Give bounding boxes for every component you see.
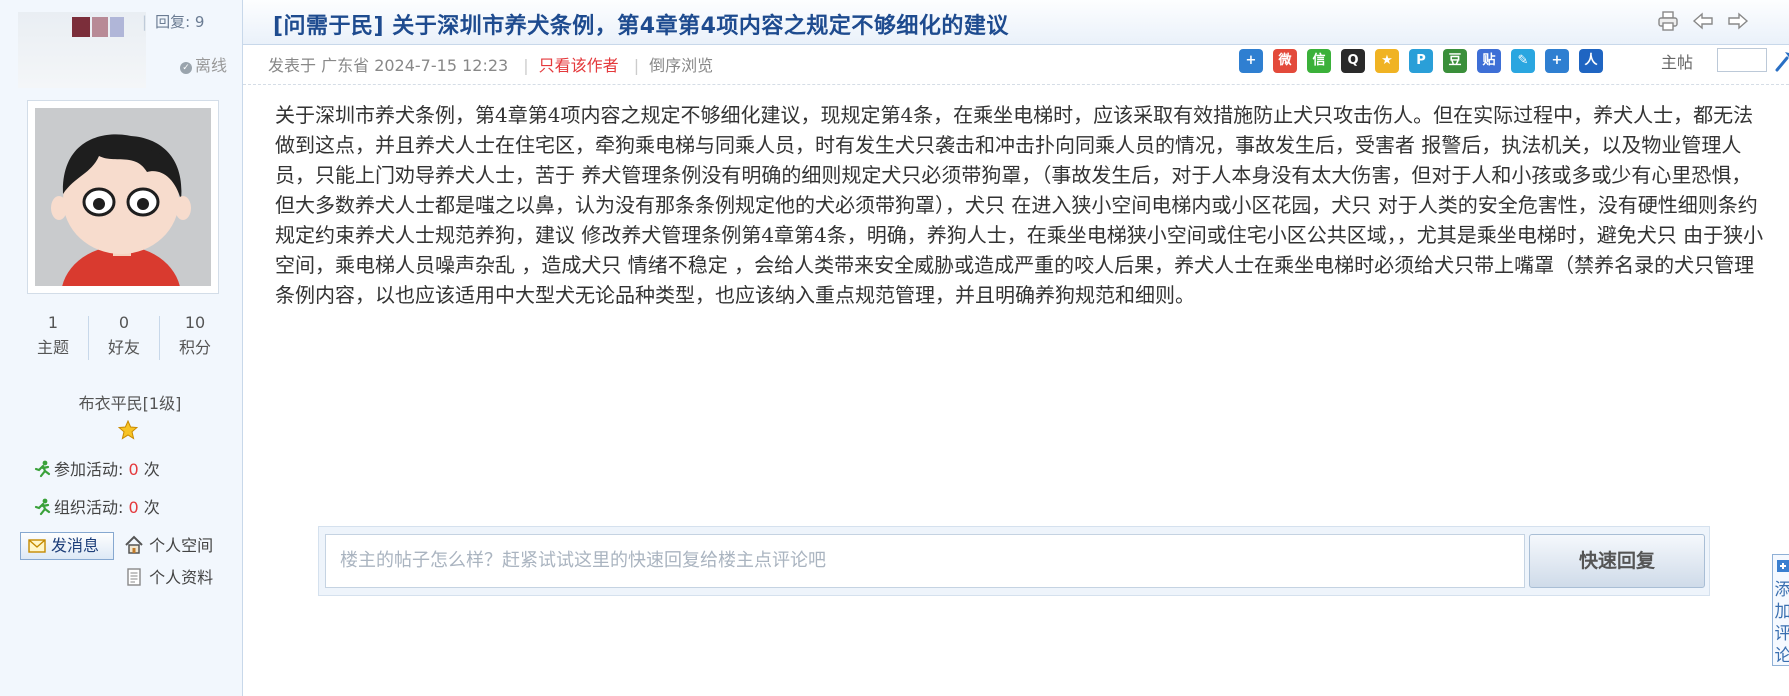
thread-title: [问需于民] 关于深圳市养犬条例，第4章第4项内容之规定不够细化的建议 (273, 8, 1009, 40)
thread-category-tag[interactable]: [问需于民] (273, 14, 384, 39)
activity-joined-label: 参加活动: (54, 460, 124, 479)
user-level[interactable]: 布衣平民[1级] (0, 390, 260, 414)
running-person-icon (34, 460, 51, 478)
print-icon[interactable] (1657, 11, 1679, 35)
qq-icon[interactable]: Q (1341, 49, 1365, 73)
floor-label: 主帖 (1661, 53, 1694, 72)
activity-organized-label: 组织活动: (54, 498, 124, 517)
stat-topics-value: 1 (47, 313, 59, 332)
running-person-icon (34, 498, 51, 516)
avatar-image (35, 108, 211, 286)
go-icon[interactable] (1773, 48, 1789, 76)
send-message-label: 发消息 (51, 536, 100, 555)
author-stats: 1 主题 0 好友 10 积分 (18, 312, 230, 364)
star-icon (117, 419, 139, 444)
activity-joined-unit: 次 (143, 460, 160, 479)
activity-organized-count: 0 (128, 498, 139, 517)
offline-icon: ✓ (180, 62, 192, 74)
personal-space-label: 个人空间 (149, 536, 214, 555)
reply-count-value: 9 (194, 13, 205, 31)
tencent-weibo-icon[interactable]: P (1409, 49, 1433, 73)
floor-jump-input[interactable] (1717, 48, 1767, 72)
document-icon (127, 568, 141, 586)
personal-profile-link[interactable]: 个人资料 (124, 564, 213, 588)
reply-count-label: 回复: (155, 13, 191, 31)
plus-share-icon[interactable]: + (1239, 49, 1263, 73)
renren-icon[interactable]: 人 (1579, 49, 1603, 73)
stat-friends-label: 好友 (107, 338, 140, 357)
quick-reply-input[interactable]: 楼主的帖子怎么样？赶紧试试这里的快速回复给楼主点评论吧 (325, 534, 1525, 588)
share-toolbar: + 微信 Q ★ P 豆贴 ✎ + 人 (1239, 49, 1613, 73)
stat-topics-label: 主题 (36, 338, 69, 357)
envelope-icon (28, 539, 46, 553)
author-name-blurred[interactable] (18, 12, 146, 88)
title-actions (1649, 11, 1749, 35)
next-thread-icon[interactable] (1727, 11, 1749, 35)
weibo-icon[interactable]: 微 (1273, 49, 1297, 73)
more-share-icon[interactable]: + (1545, 49, 1569, 73)
add-comment-tab[interactable]: 添加评论 (1772, 554, 1789, 666)
activity-joined-count: 0 (128, 460, 139, 479)
post-datetime: 2024-7-15 12:23 (374, 56, 509, 75)
quick-reply-box: 楼主的帖子怎么样？赶紧试试这里的快速回复给楼主点评论吧 快速回复 (318, 526, 1710, 596)
author-only-link[interactable]: 只看该作者 (539, 56, 619, 75)
reverse-order-link[interactable]: 倒序浏览 (649, 56, 713, 75)
stat-points-label: 积分 (178, 338, 211, 357)
thread-title-text: 关于深圳市养犬条例，第4章第4项内容之规定不够细化的建议 (392, 14, 1009, 39)
avatar[interactable] (27, 100, 219, 294)
post-body: 关于深圳市养犬条例，第4章第4项内容之规定不够细化建议，现规定第4条，在乘坐电梯… (275, 103, 1764, 307)
wechat-icon[interactable]: 信 (1307, 49, 1331, 73)
stat-friends[interactable]: 0 好友 (89, 312, 159, 362)
personal-space-link[interactable]: 个人空间 (124, 532, 213, 556)
send-message-button[interactable]: 发消息 (20, 532, 114, 560)
qzone-icon[interactable]: ★ (1375, 49, 1399, 73)
stat-friends-value: 0 (118, 313, 130, 332)
author-sidebar: | 回复: 9 ✓ 离线 1 主题 0 好友 10 积分 布衣平民[1级] 参加… (0, 0, 243, 696)
thread-title-bar: [问需于民] 关于深圳市养犬条例，第4章第4项内容之规定不够细化的建议 (243, 0, 1789, 45)
add-comment-label: 添加评论 (1773, 579, 1789, 665)
online-status-label: 离线 (195, 56, 228, 75)
previous-thread-icon[interactable] (1692, 11, 1714, 35)
add-comment-icon (1777, 560, 1789, 572)
activity-organized: 组织活动: 0 次 (34, 494, 160, 518)
stat-topics[interactable]: 1 主题 (18, 312, 88, 362)
home-icon (125, 535, 143, 554)
online-status: ✓ 离线 (180, 52, 227, 76)
quick-reply-button[interactable]: 快速回复 (1529, 534, 1705, 588)
reply-count: | 回复: 9 (142, 13, 205, 31)
activity-organized-unit: 次 (143, 498, 160, 517)
post-meta-bar: 发表于 广东省 2024-7-15 12:23 | 只看该作者 | 倒序浏览 + 微信… (243, 44, 1789, 85)
douban-icon[interactable]: 豆 (1443, 49, 1467, 73)
tieba-icon[interactable]: 贴 (1477, 49, 1501, 73)
activity-joined: 参加活动: 0 次 (34, 456, 160, 480)
stat-points-value: 10 (184, 313, 206, 332)
post-meta: 发表于 广东省 2024-7-15 12:23 | 只看该作者 | 倒序浏览 (268, 56, 714, 75)
personal-profile-label: 个人资料 (149, 568, 214, 587)
note-icon[interactable]: ✎ (1511, 49, 1535, 73)
stat-points[interactable]: 10 积分 (160, 312, 230, 362)
posted-location: 发表于 广东省 (268, 56, 370, 75)
